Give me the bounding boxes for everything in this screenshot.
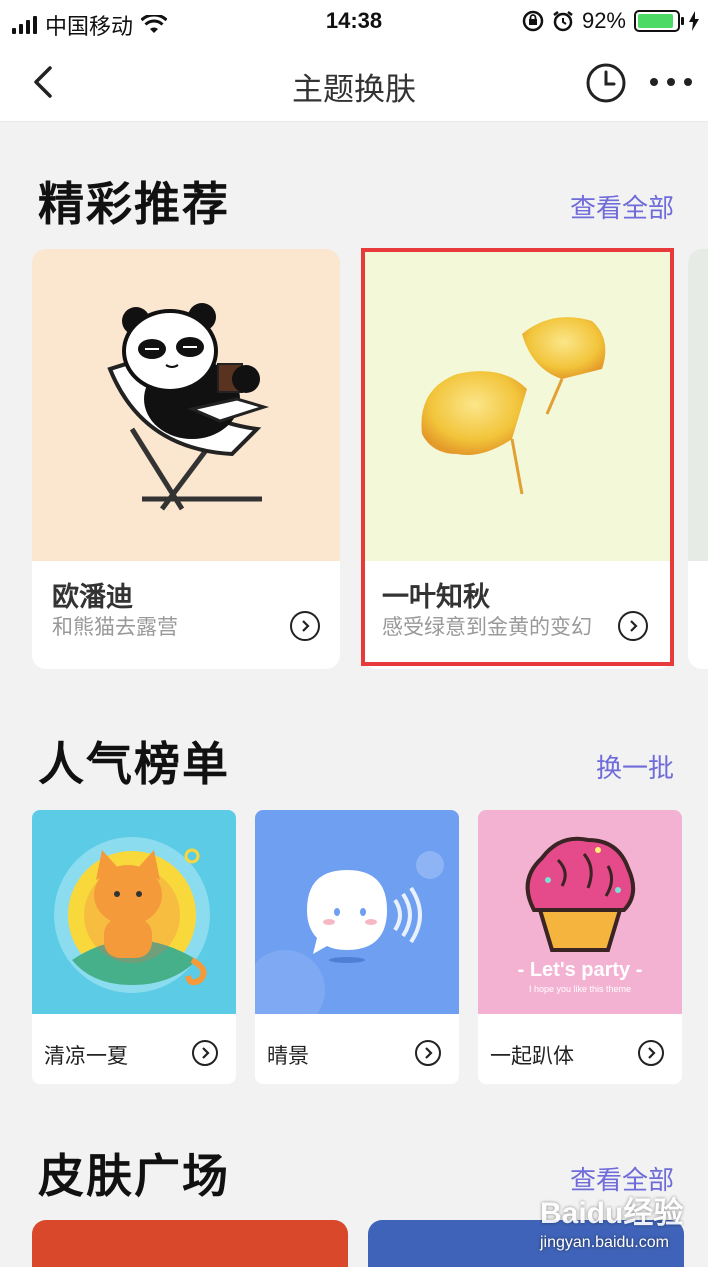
chevron-right-icon[interactable] xyxy=(638,1040,664,1066)
popular-card-name: 一起趴体 xyxy=(490,1045,574,1068)
party-art-title: - Let's party - xyxy=(518,959,643,981)
popular-card-party[interactable]: - Let's party - I hope you like this the… xyxy=(478,810,682,1084)
featured-view-all-link[interactable]: 查看全部 xyxy=(570,188,674,225)
featured-section-title: 精彩推荐 xyxy=(38,178,230,230)
chat-bubble-theme-art xyxy=(255,810,459,1014)
rotation-lock-icon xyxy=(522,10,544,32)
status-bar: 中国移动 14:38 92% xyxy=(0,0,708,42)
featured-card-ginkgo[interactable]: 一叶知秋 感受绿意到金黄的变幻 xyxy=(362,249,672,669)
popular-card-sunny[interactable]: 晴景 xyxy=(255,810,459,1084)
baidu-watermark-logo: Baidu经验 xyxy=(540,1197,684,1230)
chevron-right-icon[interactable] xyxy=(290,611,320,641)
cat-theme-art xyxy=(32,810,236,1014)
popular-card-name: 晴景 xyxy=(267,1045,309,1068)
popular-card-cat[interactable]: 清凉一夏 xyxy=(32,810,236,1084)
featured-card-panda[interactable]: 欧潘迪 和熊猫去露营 xyxy=(32,249,340,669)
cupcake-theme-art: - Let's party - I hope you like this the… xyxy=(478,810,682,1014)
plaza-card-red[interactable] xyxy=(32,1220,348,1267)
ginkgo-theme-art xyxy=(362,249,672,561)
featured-card-desc: 和熊猫去露营 xyxy=(52,616,178,639)
popular-section-title: 人气榜单 xyxy=(38,738,230,790)
popular-refresh-link[interactable]: 换一批 xyxy=(596,748,674,785)
plaza-section-title: 皮肤广场 xyxy=(38,1150,230,1202)
featured-card-desc: 感受绿意到金黄的变幻 xyxy=(382,616,592,639)
chevron-right-icon[interactable] xyxy=(415,1040,441,1066)
panda-theme-art xyxy=(32,249,340,561)
more-icon[interactable] xyxy=(650,72,692,92)
battery-percent: 92% xyxy=(581,8,626,33)
party-art-subtitle: I hope you like this theme xyxy=(529,984,631,994)
featured-card-name: 欧潘迪 xyxy=(52,582,133,612)
charging-icon xyxy=(689,11,699,31)
chevron-right-icon[interactable] xyxy=(192,1040,218,1066)
featured-card-name: 一叶知秋 xyxy=(382,582,490,612)
history-clock-icon[interactable] xyxy=(585,62,627,104)
featured-card-next-peek[interactable] xyxy=(688,249,708,669)
alarm-icon xyxy=(553,11,573,32)
battery-icon xyxy=(634,10,684,32)
nav-bar: 主题换肤 xyxy=(0,42,708,122)
popular-card-name: 清凉一夏 xyxy=(44,1045,128,1068)
chevron-right-icon[interactable] xyxy=(618,611,648,641)
baidu-watermark-url: jingyan.baidu.com xyxy=(540,1234,669,1251)
